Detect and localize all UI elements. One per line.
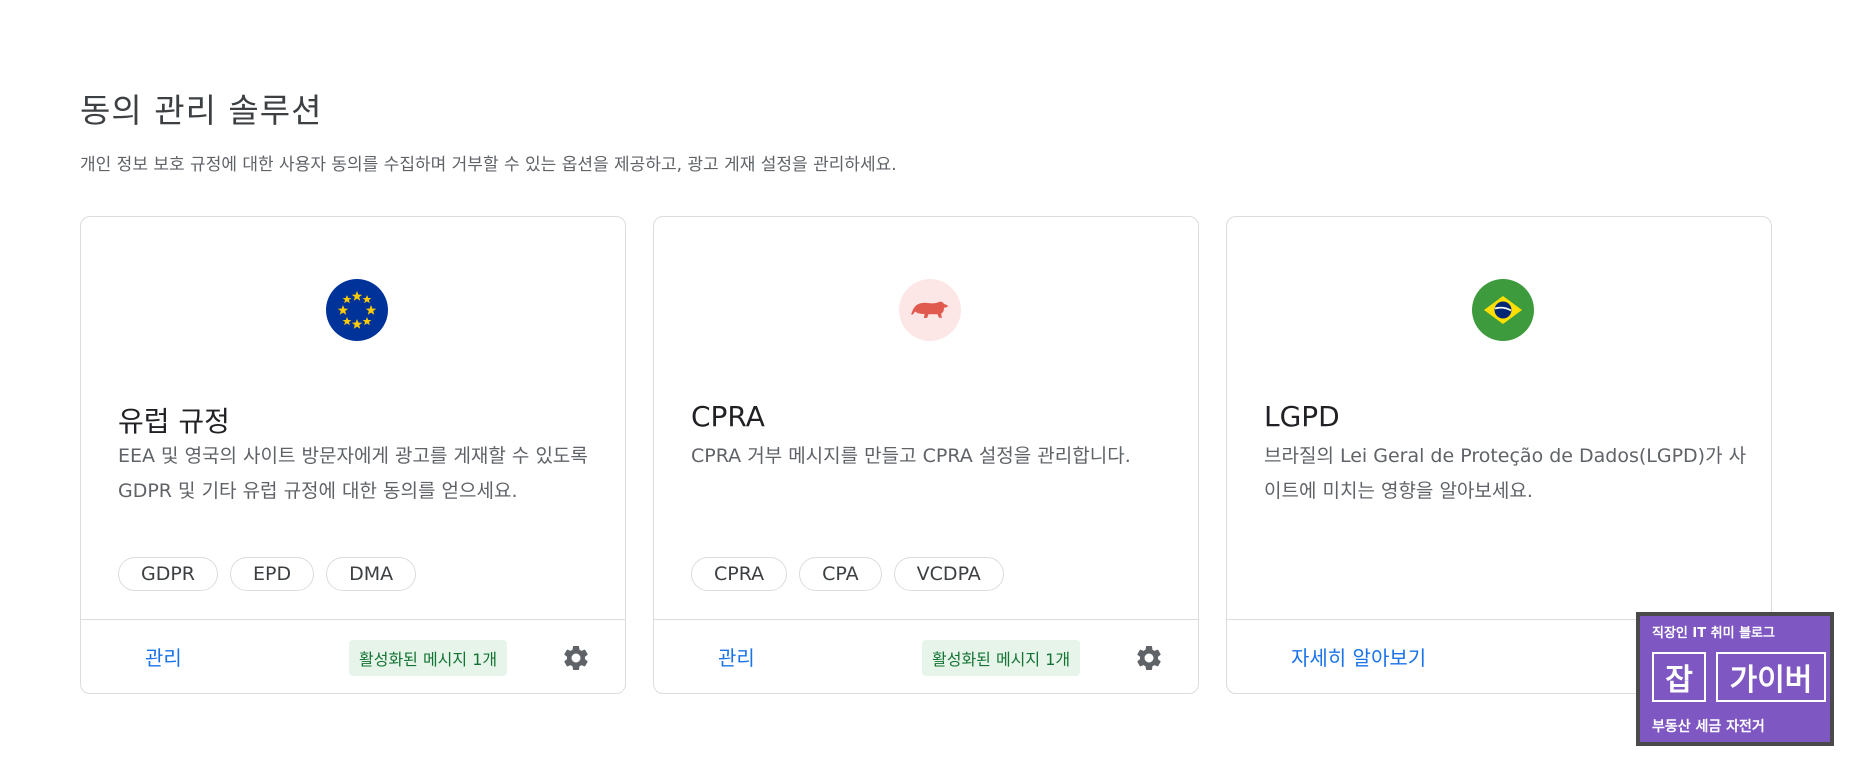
card-title: CPRA — [691, 400, 765, 433]
status-badge: 활성화된 메시지 1개 — [922, 640, 1081, 676]
brazil-flag-icon — [1472, 279, 1534, 341]
page-description: 개인 정보 보호 규정에 대한 사용자 동의를 수집하며 거부할 수 있는 옵션… — [80, 155, 897, 175]
california-bear-icon — [899, 279, 961, 341]
page-title: 동의 관리 솔루션 — [80, 91, 323, 130]
blog-watermark: 직장인 IT 취미 블로그 잡 가이버 부동산 세금 자전거 — [1636, 612, 1834, 746]
manage-link[interactable]: 관리 — [145, 642, 182, 671]
status-badge: 활성화된 메시지 1개 — [349, 640, 508, 676]
card-description: 브라질의 Lei Geral de Proteção de Dados(LGPD… — [1264, 445, 1747, 502]
eu-flag-icon — [326, 279, 388, 341]
chip-epd: EPD — [230, 557, 315, 591]
card-eu-regulations: 유럽 규정 EEA 및 영국의 사이트 방문자에게 광고를 게재할 수 있도록 … — [80, 216, 626, 694]
chip-group: CPRA CPA VCDPA — [691, 557, 1004, 591]
chip-dma: DMA — [326, 557, 417, 591]
chip-gdpr: GDPR — [118, 557, 219, 591]
card-footer: 관리 활성화된 메시지 1개 — [654, 619, 1198, 693]
manage-link[interactable]: 관리 — [718, 642, 755, 671]
card-footer: 관리 활성화된 메시지 1개 — [81, 619, 625, 693]
watermark-bottom-text: 부동산 세금 자전거 — [1652, 719, 1765, 735]
chip-cpa: CPA — [799, 557, 882, 591]
watermark-top-text: 직장인 IT 취미 블로그 — [1652, 626, 1775, 641]
card-title: LGPD — [1264, 400, 1340, 433]
learn-more-link[interactable]: 자세히 알아보기 — [1291, 642, 1426, 671]
card-description: CPRA 거부 메시지를 만들고 CPRA 설정을 관리합니다. — [691, 445, 1131, 467]
watermark-box2: 가이버 — [1716, 652, 1826, 702]
gear-icon[interactable] — [1132, 641, 1166, 675]
card-description: EEA 및 영국의 사이트 방문자에게 광고를 게재할 수 있도록 GDPR 및… — [118, 445, 588, 502]
chip-vcdpa: VCDPA — [893, 557, 1004, 591]
chip-cpra: CPRA — [691, 557, 788, 591]
watermark-box1: 잡 — [1652, 652, 1706, 702]
gear-icon[interactable] — [559, 641, 593, 675]
card-title: 유럽 규정 — [118, 405, 230, 438]
chip-group: GDPR EPD DMA — [118, 557, 417, 591]
card-cpra: CPRA CPRA 거부 메시지를 만들고 CPRA 설정을 관리합니다. CP… — [653, 216, 1199, 694]
